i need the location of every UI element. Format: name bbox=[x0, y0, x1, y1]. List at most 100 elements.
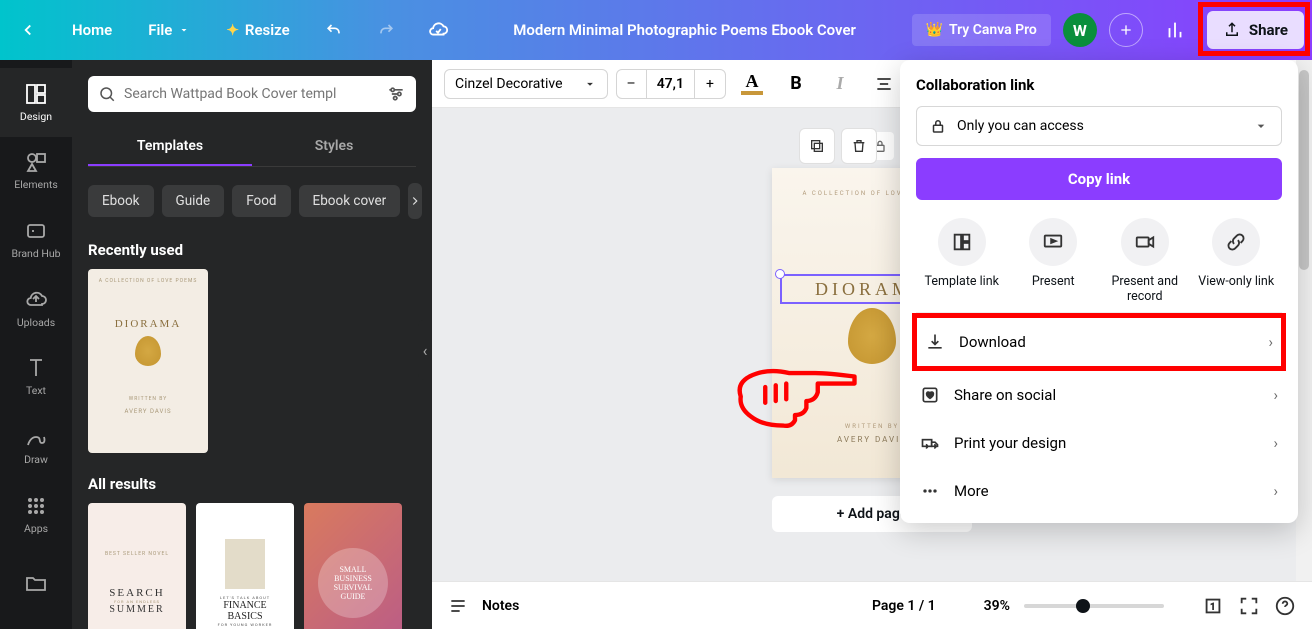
template-thumbnail[interactable]: LET'S TALK ABOUT FINANCE BASICS FOR YOUN… bbox=[196, 503, 294, 629]
search-box[interactable] bbox=[88, 76, 416, 112]
notes-icon[interactable] bbox=[448, 596, 468, 616]
chips-next-icon[interactable] bbox=[408, 183, 422, 219]
back-icon[interactable] bbox=[8, 10, 48, 50]
template-thumbnail[interactable]: A COLLECTION OF LOVE POEMS DIORAMA WRITT… bbox=[88, 269, 208, 453]
copy-link-button[interactable]: Copy link bbox=[916, 158, 1282, 200]
selection-handle[interactable] bbox=[775, 269, 785, 279]
rail-brandhub[interactable]: Brand Hub bbox=[0, 205, 72, 274]
insights-icon[interactable] bbox=[1155, 10, 1195, 50]
view-only-option[interactable]: View-only link bbox=[1193, 218, 1279, 304]
popover-heading: Collaboration link bbox=[916, 76, 1282, 94]
chip-ebook[interactable]: Ebook bbox=[88, 185, 154, 217]
rail-uploads[interactable]: Uploads bbox=[0, 274, 72, 343]
recently-used-heading: Recently used bbox=[88, 241, 416, 259]
rail-label: Text bbox=[26, 384, 46, 397]
opt-label: Template link bbox=[925, 274, 999, 289]
undo-icon[interactable] bbox=[314, 10, 354, 50]
present-option[interactable]: Present bbox=[1010, 218, 1096, 304]
file-button[interactable]: File bbox=[136, 13, 202, 47]
thumb-author: AVERY DAVIS bbox=[124, 408, 171, 415]
search-icon bbox=[98, 85, 116, 103]
home-button[interactable]: Home bbox=[60, 13, 124, 47]
italic-button[interactable]: I bbox=[822, 66, 858, 102]
rail-label: Apps bbox=[24, 522, 48, 535]
chip-guide[interactable]: Guide bbox=[162, 185, 225, 217]
rail-elements[interactable]: Elements bbox=[0, 137, 72, 206]
template-thumbnail[interactable]: SMALL BUSINESS SURVIVAL GUIDE bbox=[304, 503, 402, 629]
bold-button[interactable]: B bbox=[778, 66, 814, 102]
all-results-heading: All results bbox=[88, 475, 416, 493]
notes-button[interactable]: Notes bbox=[482, 598, 519, 614]
thumb-text: BEST SELLER NOVEL bbox=[105, 551, 169, 557]
rail-label: Elements bbox=[14, 178, 58, 191]
resize-label: Resize bbox=[245, 21, 290, 39]
font-name: Cinzel Decorative bbox=[455, 76, 563, 92]
file-label: File bbox=[148, 21, 172, 39]
search-input[interactable] bbox=[124, 86, 378, 102]
element-mini-toolbar bbox=[799, 128, 877, 164]
text-color-button[interactable]: A bbox=[734, 66, 770, 102]
item-label: Share on social bbox=[954, 386, 1056, 404]
chip-food[interactable]: Food bbox=[232, 185, 290, 217]
collapse-panel-icon[interactable]: ‹ bbox=[418, 320, 432, 380]
chevron-down-icon bbox=[1253, 118, 1269, 134]
print-item[interactable]: Print your design › bbox=[916, 419, 1282, 467]
thumb-text: BUSINESS bbox=[334, 574, 372, 583]
leaf-icon bbox=[135, 336, 161, 366]
duplicate-icon[interactable] bbox=[799, 128, 835, 164]
chip-ebook-cover[interactable]: Ebook cover bbox=[299, 185, 401, 217]
rail-draw[interactable]: Draw bbox=[0, 411, 72, 480]
rail-label: Brand Hub bbox=[11, 247, 60, 260]
fullscreen-icon[interactable] bbox=[1238, 595, 1260, 617]
filter-icon[interactable] bbox=[386, 84, 406, 104]
present-record-option[interactable]: Present and record bbox=[1102, 218, 1188, 304]
avatar[interactable]: W bbox=[1063, 13, 1097, 47]
template-thumbnail[interactable]: BEST SELLER NOVEL SEARCH FOR AN ENDLESS … bbox=[88, 503, 186, 629]
font-size-value[interactable]: 47,1 bbox=[647, 70, 695, 98]
filter-chips: Ebook Guide Food Ebook cover bbox=[88, 183, 416, 219]
delete-icon[interactable] bbox=[841, 128, 877, 164]
redo-icon[interactable] bbox=[366, 10, 406, 50]
zoom-thumb[interactable] bbox=[1076, 599, 1090, 613]
add-member-icon[interactable] bbox=[1109, 13, 1143, 47]
left-rail: Design Elements Brand Hub Uploads Text D… bbox=[0, 60, 72, 629]
resize-button[interactable]: ✦Resize bbox=[214, 13, 301, 47]
thumb-subtitle: A COLLECTION OF LOVE POEMS bbox=[99, 278, 198, 284]
zoom-value[interactable]: 39% bbox=[984, 598, 1010, 614]
zoom-slider[interactable] bbox=[1024, 604, 1164, 608]
grid-view-icon[interactable]: 1 bbox=[1202, 595, 1224, 617]
rail-label: Draw bbox=[24, 453, 48, 466]
document-title[interactable]: Modern Minimal Photographic Poems Ebook … bbox=[470, 21, 900, 39]
font-size-minus[interactable]: – bbox=[617, 70, 647, 98]
opt-label: Present bbox=[1032, 274, 1075, 289]
rail-apps[interactable]: Apps bbox=[0, 480, 72, 549]
rail-design[interactable]: Design bbox=[0, 68, 72, 137]
cloud-sync-icon[interactable] bbox=[418, 10, 458, 50]
download-icon bbox=[925, 332, 945, 352]
template-link-option[interactable]: Template link bbox=[919, 218, 1005, 304]
access-select[interactable]: Only you can access bbox=[916, 106, 1282, 146]
thumb-text: SUMMER bbox=[109, 604, 164, 615]
page-indicator[interactable]: Page 1 / 1 bbox=[872, 598, 936, 614]
share-options-grid: Template link Present Present and record… bbox=[916, 218, 1282, 304]
align-button[interactable] bbox=[866, 66, 902, 102]
rail-text[interactable]: Text bbox=[0, 343, 72, 412]
try-pro-button[interactable]: 👑Try Canva Pro bbox=[912, 14, 1051, 46]
chevron-right-icon: › bbox=[1273, 482, 1278, 500]
more-item[interactable]: More › bbox=[916, 467, 1282, 515]
tab-templates[interactable]: Templates bbox=[88, 128, 252, 166]
chevron-right-icon: › bbox=[1273, 434, 1278, 452]
font-size-plus[interactable]: + bbox=[695, 70, 725, 98]
download-item[interactable]: Download › bbox=[912, 313, 1286, 371]
thumb-text: SMALL bbox=[339, 565, 366, 574]
share-social-item[interactable]: Share on social › bbox=[916, 371, 1282, 419]
font-size-stepper: – 47,1 + bbox=[616, 69, 726, 99]
vertical-scrollbar[interactable] bbox=[1296, 60, 1312, 581]
item-label: More bbox=[954, 482, 989, 500]
font-select[interactable]: Cinzel Decorative bbox=[444, 69, 608, 99]
tab-styles[interactable]: Styles bbox=[252, 128, 416, 166]
truck-icon bbox=[920, 433, 940, 453]
rail-folder-icon[interactable] bbox=[0, 548, 72, 617]
help-icon[interactable] bbox=[1274, 595, 1296, 617]
panel-tabs: Templates Styles bbox=[88, 128, 416, 167]
